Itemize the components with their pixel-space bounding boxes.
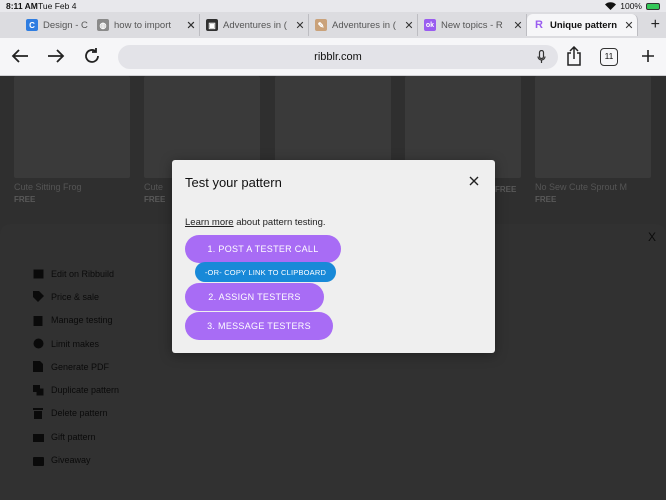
reload-icon[interactable] (80, 44, 104, 68)
menu-item-label: Edit on Ribbuild (51, 268, 115, 279)
battery-icon (646, 2, 660, 10)
pattern-name[interactable]: No Sew Cute Sprout M (535, 182, 653, 192)
menu-item-duplicate-pattern[interactable]: Duplicate pattern (32, 378, 119, 401)
tab-close-icon[interactable]: ✕ (510, 19, 526, 32)
tab-title: New topics - R (441, 19, 503, 31)
pattern-price: FREE (535, 195, 557, 204)
menu-item-delete-pattern[interactable]: Delete pattern (32, 402, 119, 425)
intro-text: about pattern testing. (233, 217, 326, 228)
pattern-card[interactable]: No Sew Cute Sprout M FREE (535, 76, 653, 204)
menu-item-label: Manage testing (51, 315, 113, 326)
tab-favicon-icon: ▣ (206, 19, 218, 31)
tab-strip: C Design - C ✕ ◍ how to import ✕ ▣ Adven… (0, 12, 666, 38)
trash-icon (32, 407, 44, 419)
browser-tab[interactable]: ✎ Adventures in ( ✕ (309, 14, 418, 36)
copy-link-button[interactable]: -OR- COPY LINK TO CLIPBOARD (195, 262, 336, 282)
tab-title: Adventures in ( (223, 19, 287, 31)
menu-item-label: Generate PDF (51, 361, 110, 372)
tab-count-button[interactable]: 11 (600, 48, 618, 66)
status-date: Tue Feb 4 (38, 1, 77, 11)
pattern-price: FREE (14, 195, 36, 204)
new-tab-icon[interactable]: + (651, 16, 660, 34)
menu-item-edit-on-ribbuild[interactable]: Edit on Ribbuild (32, 262, 119, 285)
learn-more-link[interactable]: Learn more (185, 217, 234, 228)
gift-icon (32, 431, 44, 443)
tab-favicon-icon: ✎ (315, 19, 327, 31)
pattern-price: FREE (495, 185, 517, 194)
url-text: ribblr.com (314, 51, 362, 63)
tab-close-icon[interactable]: ✕ (292, 19, 308, 32)
browser-tab[interactable]: ok New topics - R ✕ (418, 14, 527, 36)
menu-item-label: Giveaway (51, 455, 91, 466)
tab-favicon-icon: ok (424, 19, 436, 31)
browser-tab-active[interactable]: R Unique pattern ✕ (527, 14, 638, 36)
tab-favicon-icon: R (535, 19, 543, 31)
tab-title: Adventures in ( (332, 19, 396, 31)
pattern-thumbnail[interactable] (535, 76, 651, 178)
forward-icon[interactable] (44, 44, 68, 68)
tab-close-icon[interactable]: ✕ (183, 19, 199, 32)
more-icon[interactable] (636, 44, 660, 68)
address-bar[interactable]: ribblr.com (118, 45, 558, 69)
tab-close-icon[interactable]: ✕ (621, 19, 637, 32)
menu-item-giveaway[interactable]: Giveaway (32, 448, 119, 471)
menu-item-gift-pattern[interactable]: Gift pattern (32, 425, 119, 448)
options-menu: Edit on Ribbuild Price & sale Manage tes… (32, 262, 119, 472)
browser-toolbar: ribblr.com 11 (0, 38, 666, 76)
menu-item-label: Duplicate pattern (51, 385, 120, 396)
menu-item-label: Delete pattern (51, 408, 108, 419)
post-tester-call-button[interactable]: 1. POST A TESTER CALL (185, 235, 341, 263)
pdf-icon (32, 361, 44, 373)
menu-item-generate-pdf[interactable]: Generate PDF (32, 355, 119, 378)
modal-intro: Learn more about pattern testing. (185, 217, 326, 228)
ribbuild-icon (32, 268, 44, 280)
pattern-card[interactable]: Cute Sitting Frog FREE (14, 76, 132, 204)
menu-item-label: Gift pattern (51, 431, 96, 442)
status-right: 100% (605, 1, 660, 11)
browser-tab[interactable]: ◍ how to import ✕ (91, 14, 200, 36)
battery-percent: 100% (620, 1, 642, 11)
limit-icon (32, 338, 44, 350)
microphone-icon[interactable] (537, 50, 546, 64)
status-time: 8:11 AM (6, 1, 38, 11)
tab-title: Unique pattern (550, 19, 618, 31)
browser-tab[interactable]: ▣ Adventures in ( ✕ (200, 14, 309, 36)
modal-title: Test your pattern (185, 175, 282, 190)
menu-item-limit-makes[interactable]: Limit makes (32, 332, 119, 355)
tab-favicon-icon: C (26, 19, 38, 31)
test-pattern-modal: Test your pattern Learn more about patte… (172, 160, 495, 353)
message-testers-button[interactable]: 3. MESSAGE TESTERS (185, 312, 333, 340)
close-icon[interactable] (467, 174, 481, 188)
clipboard-icon (32, 314, 44, 326)
pattern-thumbnail[interactable] (14, 76, 130, 178)
menu-item-price-sale[interactable]: Price & sale (32, 285, 119, 308)
menu-item-label: Limit makes (51, 338, 100, 349)
duplicate-icon (32, 384, 44, 396)
assign-testers-button[interactable]: 2. ASSIGN TESTERS (185, 283, 324, 311)
menu-item-manage-testing[interactable]: Manage testing (32, 309, 119, 332)
panel-close-button[interactable]: X (648, 230, 656, 244)
giveaway-icon (32, 454, 44, 466)
status-bar: 8:11 AM Tue Feb 4 100% (0, 0, 666, 12)
pattern-name[interactable]: Cute Sitting Frog (14, 182, 132, 192)
tab-title: how to import (114, 19, 172, 31)
share-icon[interactable] (562, 44, 586, 68)
wifi-icon (605, 2, 617, 10)
tab-favicon-icon: ◍ (97, 19, 109, 31)
tab-close-icon[interactable]: ✕ (401, 19, 417, 32)
price-tag-icon (32, 291, 44, 303)
menu-item-label: Price & sale (51, 291, 100, 302)
back-icon[interactable] (8, 44, 32, 68)
